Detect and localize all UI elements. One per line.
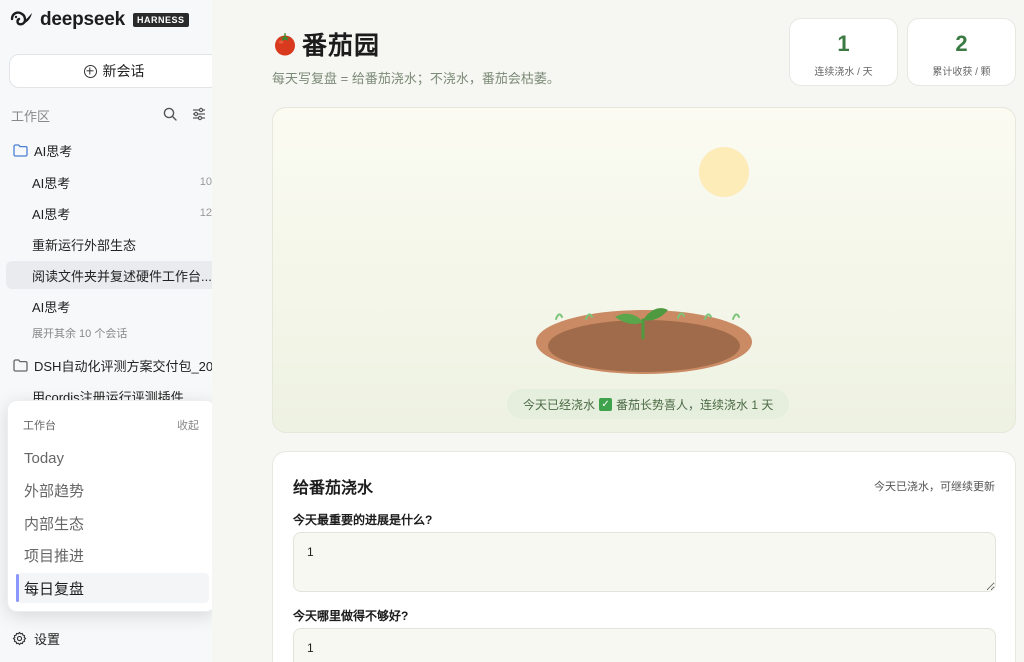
stat-label: 累计收获 / 颗	[932, 67, 991, 78]
session-item[interactable]: 重新运行外部生态	[6, 230, 212, 258]
page-subtitle: 每天写复盘 = 给番茄浇水；不浇水，番茄会枯萎。	[272, 71, 560, 86]
answer-textarea-progress[interactable]: 1	[293, 532, 996, 592]
expand-more-sessions-link[interactable]: 展开其余 10 个会话	[32, 325, 127, 341]
stat-card-streak: 1 连续浇水 / 天	[789, 18, 898, 86]
stat-card-harvest: 2 累计收获 / 颗	[907, 18, 1016, 86]
session-item[interactable]: AI思考	[6, 292, 212, 320]
workbench-popover: 工作台 收起 Today 外部趋势 内部生态 项目推进 每日复盘	[7, 400, 216, 612]
brand-badge: HARNESS	[133, 13, 189, 27]
folder-icon	[13, 358, 28, 372]
gear-icon	[12, 631, 27, 646]
session-label: 阅读文件夹并复述硬件工作台...	[32, 268, 212, 284]
session-label: AI思考	[32, 206, 71, 222]
session-label: 重新运行外部生态	[32, 237, 137, 253]
settings-button[interactable]: 设置	[12, 629, 60, 648]
search-icon[interactable]	[163, 107, 177, 121]
workbench-item-today[interactable]: Today	[17, 443, 209, 473]
stat-value: 2	[955, 31, 968, 56]
folder-ai-thinking[interactable]: AI思考	[13, 140, 72, 160]
folder-icon	[13, 143, 28, 157]
water-tomato-card: 给番茄浇水 今天已浇水，可继续更新 今天最重要的进展是什么? 1 今天哪里做得不…	[272, 451, 1016, 662]
workspace-label: 工作区	[11, 109, 51, 124]
session-count: 10	[199, 176, 212, 188]
new-chat-button[interactable]: 新会话	[9, 54, 212, 88]
question-label: 今天最重要的进展是什么?	[293, 513, 433, 527]
card-title: 给番茄浇水	[293, 480, 374, 497]
stat-value: 1	[837, 31, 850, 56]
question-label: 今天哪里做得不够好?	[293, 609, 409, 623]
workbench-item-project-progress[interactable]: 项目推进	[17, 540, 209, 570]
watering-status-badge: 今天已经浇水 ✓ 番茄长势喜人，连续浇水 1 天	[507, 389, 790, 419]
stat-label: 连续浇水 / 天	[814, 67, 873, 78]
folder-label: AI思考	[34, 143, 73, 159]
filter-sliders-icon[interactable]	[192, 107, 206, 121]
garden-illustration	[536, 147, 752, 374]
workspace-header: 工作区	[11, 106, 211, 124]
card-note: 今天已浇水，可继续更新	[874, 481, 995, 493]
tomato-icon	[275, 33, 295, 56]
page-title-text: 番茄园	[302, 32, 381, 60]
deepseek-whale-icon	[10, 11, 32, 26]
session-label: AI思考	[32, 175, 71, 191]
plus-circle-icon	[83, 64, 97, 78]
session-count: 12	[199, 207, 212, 219]
workbench-title: 工作台	[23, 420, 56, 432]
status-suffix: 番茄长势喜人，连续浇水 1 天	[616, 397, 774, 412]
session-item[interactable]: AI思考 12	[6, 199, 212, 227]
garden-panel: 今天已经浇水 ✓ 番茄长势喜人，连续浇水 1 天	[272, 107, 1016, 433]
new-chat-label: 新会话	[102, 63, 145, 79]
status-prefix: 今天已经浇水	[523, 397, 596, 412]
workbench-item-external-trends[interactable]: 外部趋势	[17, 475, 209, 505]
session-label: AI思考	[32, 299, 71, 315]
brand-name: deepseek	[40, 9, 126, 30]
folder-dsh[interactable]: DSH自动化评测方案交付包_20	[13, 355, 212, 375]
workbench-item-internal-ecosystem[interactable]: 内部生态	[17, 508, 209, 538]
check-icon: ✓	[599, 397, 613, 411]
page-title: 番茄园	[272, 26, 380, 62]
answer-textarea-shortcomings[interactable]: 1	[293, 628, 996, 662]
settings-label: 设置	[34, 632, 61, 647]
main-content: 番茄园 每天写复盘 = 给番茄浇水；不浇水，番茄会枯萎。 1 连续浇水 / 天 …	[212, 0, 1024, 662]
session-item-active[interactable]: 阅读文件夹并复述硬件工作台...	[6, 261, 212, 289]
folder-label: DSH自动化评测方案交付包_20	[34, 358, 212, 374]
collapse-button[interactable]: 收起	[177, 417, 199, 433]
session-item[interactable]: AI思考 10	[6, 168, 212, 196]
brand-logo[interactable]: deepseek HARNESS	[10, 8, 189, 32]
workbench-item-daily-review[interactable]: 每日复盘	[16, 573, 209, 603]
sun-icon	[699, 147, 749, 197]
